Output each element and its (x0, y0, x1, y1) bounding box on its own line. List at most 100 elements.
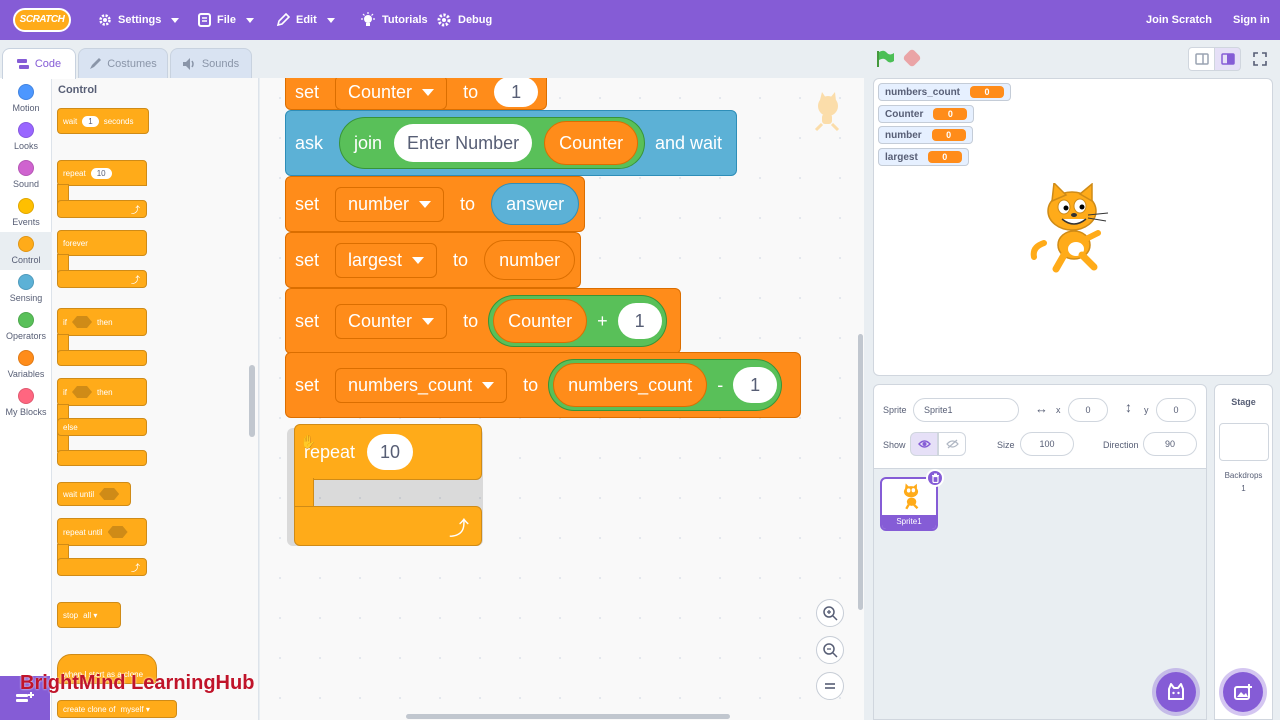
vertical-scrollbar[interactable] (858, 334, 863, 610)
palette-create-clone-block[interactable]: create clone of myself ▾ (57, 700, 177, 718)
clone-target-dropdown[interactable]: myself ▾ (120, 705, 149, 714)
numbers-count-reporter[interactable]: numbers_count (553, 363, 708, 407)
stop-label: stop (63, 610, 79, 620)
set-largest-block[interactable]: set largest to number (285, 232, 581, 288)
variable-dropdown[interactable]: largest (335, 242, 438, 278)
choose-sprite-button[interactable] (1156, 672, 1196, 712)
palette-scrollbar[interactable] (249, 365, 255, 437)
x-input[interactable]: 0 (1068, 398, 1108, 422)
cat-sprite[interactable] (1028, 183, 1116, 275)
repeat-until-label: repeat until (63, 527, 103, 537)
and-wait-keyword: and wait (655, 132, 723, 153)
condition-slot[interactable] (99, 488, 120, 500)
green-flag-button[interactable] (876, 50, 896, 73)
category-operators[interactable]: Operators (0, 312, 52, 350)
category-variables[interactable]: Variables (0, 350, 52, 388)
file-menu[interactable]: File (198, 12, 254, 28)
category-looks[interactable]: Looks (0, 122, 52, 160)
set-keyword: set (295, 81, 320, 102)
stage-thumbnail[interactable] (1218, 423, 1269, 461)
stage-canvas[interactable]: numbers_count 0 Counter 0 number 0 large… (873, 78, 1273, 376)
small-stage-button[interactable] (1188, 47, 1215, 71)
to-keyword: to (523, 374, 539, 395)
repeat-count-input[interactable]: 10 (90, 167, 112, 179)
add-operator[interactable]: Counter + 1 (488, 295, 667, 347)
ask-and-wait-block[interactable]: ask join Enter Number Counter and wait (285, 110, 737, 176)
category-label: Sensing (9, 293, 43, 303)
number-reporter[interactable]: number (484, 240, 576, 280)
category-motion[interactable]: Motion (0, 84, 52, 122)
set-numbers-count-block[interactable]: set numbers_count to numbers_count - 1 (285, 352, 801, 418)
join-text-input[interactable]: Enter Number (394, 124, 533, 162)
palette-wait-until-block[interactable]: wait until (57, 482, 131, 506)
category-events[interactable]: Events (0, 198, 52, 236)
zoom-reset-button[interactable] (816, 672, 844, 700)
show-visible-button[interactable] (910, 432, 938, 456)
join-scratch-link[interactable]: Join Scratch (1146, 12, 1212, 28)
condition-slot[interactable] (107, 526, 128, 538)
set-counter-increment-block[interactable]: set Counter to Counter + 1 (285, 288, 681, 354)
size-input[interactable]: 100 (1020, 432, 1074, 456)
palette-stop-block[interactable]: stop all ▾ (57, 602, 121, 628)
tab-sounds[interactable]: Sounds (170, 48, 252, 78)
counter-reporter[interactable]: Counter (544, 121, 639, 165)
value-input[interactable]: 1 (494, 78, 539, 107)
zoom-in-icon (823, 606, 838, 621)
repeat-count-input[interactable]: 10 (367, 434, 414, 470)
zoom-out-button[interactable] (816, 636, 844, 664)
variable-monitor-number[interactable]: number 0 (878, 126, 973, 144)
operand-input[interactable]: 1 (733, 367, 778, 403)
category-control[interactable]: Control (0, 232, 52, 270)
fullscreen-icon (1252, 52, 1267, 66)
category-my-blocks[interactable]: My Blocks (0, 388, 52, 426)
scratch-logo[interactable]: SCRATCH (13, 8, 71, 32)
stop-dropdown[interactable]: all ▾ (83, 611, 97, 620)
variable-dropdown[interactable]: number (335, 186, 445, 222)
zoom-in-button[interactable] (816, 599, 844, 627)
category-sensing[interactable]: Sensing (0, 274, 52, 312)
subtract-operator[interactable]: numbers_count - 1 (548, 359, 783, 411)
variable-monitor-counter[interactable]: Counter 0 (878, 105, 975, 123)
show-hidden-button[interactable] (938, 432, 966, 456)
script-area[interactable]: set Counter to 1 ask join Enter Number C… (260, 78, 864, 720)
sign-in-link[interactable]: Sign in (1233, 12, 1270, 28)
variable-dropdown[interactable]: Counter (335, 78, 448, 110)
variable-monitor-largest[interactable]: largest 0 (878, 148, 969, 166)
horizontal-scrollbar[interactable] (406, 714, 730, 719)
set-number-block[interactable]: set number to answer (285, 176, 585, 232)
counter-reporter[interactable]: Counter (493, 299, 588, 343)
fullscreen-button[interactable] (1246, 47, 1273, 71)
y-input[interactable]: 0 (1156, 398, 1196, 422)
sprite-name-input[interactable]: Sprite1 (913, 398, 1019, 422)
condition-slot[interactable] (72, 386, 92, 398)
join-operator[interactable]: join Enter Number Counter (339, 117, 646, 169)
tutorials-button[interactable]: Tutorials (360, 12, 428, 28)
tab-costumes[interactable]: Costumes (78, 48, 168, 78)
stage-target-pane[interactable]: Stage Backdrops 1 (1214, 384, 1273, 720)
events-dot-icon (18, 198, 34, 214)
variables-dot-icon (18, 350, 34, 366)
operand-input[interactable]: 1 (617, 303, 662, 339)
category-label: Sound (12, 179, 40, 189)
looks-dot-icon (18, 122, 34, 138)
variable-dropdown[interactable]: numbers_count (335, 367, 508, 403)
settings-menu[interactable]: Settings (98, 12, 180, 28)
to-keyword: to (460, 193, 476, 214)
to-keyword: to (453, 249, 469, 270)
direction-label: Direction (1103, 440, 1139, 450)
set-counter-block[interactable]: set Counter to 1 (285, 78, 547, 110)
direction-input[interactable]: 90 (1143, 432, 1197, 456)
palette-wait-block[interactable]: wait 1 seconds (57, 108, 149, 134)
delete-sprite-button[interactable] (926, 469, 944, 487)
condition-slot[interactable] (72, 316, 92, 328)
normal-stage-button[interactable] (1214, 47, 1241, 71)
edit-menu[interactable]: Edit (276, 12, 335, 28)
tab-code[interactable]: Code (2, 48, 76, 79)
choose-backdrop-button[interactable] (1223, 672, 1263, 712)
answer-reporter[interactable]: answer (491, 183, 580, 225)
variable-monitor-numbers-count[interactable]: numbers_count 0 (878, 83, 1012, 101)
variable-dropdown[interactable]: Counter (335, 303, 448, 339)
category-sound[interactable]: Sound (0, 160, 52, 198)
debug-button[interactable]: Debug (436, 12, 492, 28)
wait-seconds-input[interactable]: 1 (82, 115, 99, 127)
